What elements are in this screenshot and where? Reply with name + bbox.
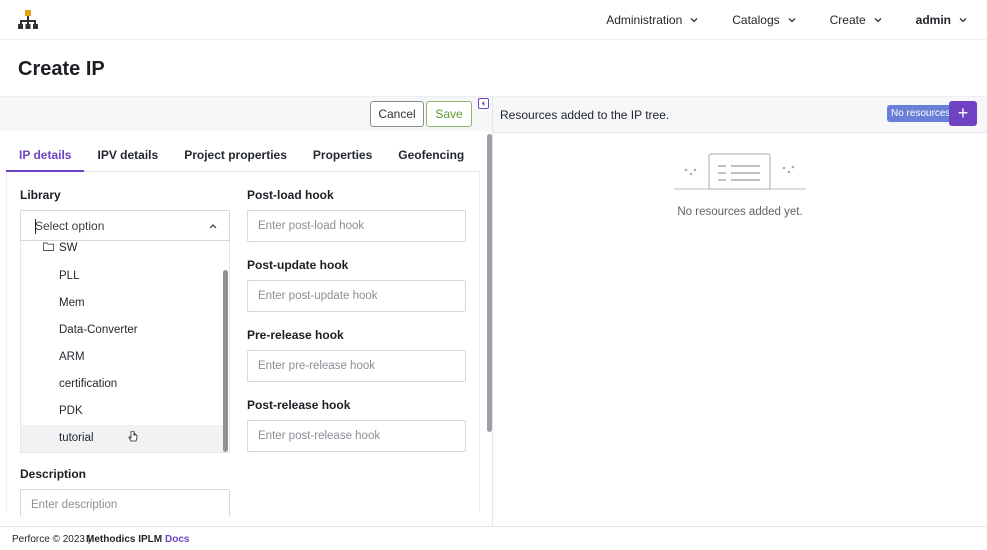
option-label: tutorial — [59, 432, 94, 444]
collapse-panel-icon[interactable] — [478, 98, 489, 109]
post-update-hook-input[interactable]: Enter post-update hook — [247, 280, 466, 312]
library-select-value: Select option — [35, 219, 105, 233]
nav-user-menu[interactable]: admin — [916, 13, 967, 27]
option-label: certification — [59, 378, 118, 390]
footer-copyright: Perforce © 2023 | — [12, 534, 91, 545]
description-input[interactable]: Enter description — [20, 489, 230, 517]
footer-docs-link[interactable]: Docs — [165, 534, 189, 545]
library-select[interactable]: Select option — [20, 210, 230, 241]
option-label: Data-Converter — [59, 324, 138, 336]
tab-project-properties[interactable]: Project properties — [171, 140, 300, 172]
hand-cursor-icon — [128, 431, 138, 442]
nav-user-label: admin — [915, 13, 951, 27]
app-logo-icon[interactable] — [18, 10, 38, 31]
page-title: Create IP — [18, 58, 105, 80]
save-button[interactable]: Save — [426, 101, 472, 127]
chevron-down-icon — [690, 18, 698, 23]
dropdown-folder-label: SW — [59, 242, 78, 254]
footer: Perforce © 2023 | Methodics IPLM Docs — [0, 526, 987, 550]
library-label: Library — [20, 188, 61, 202]
tab-properties[interactable]: Properties — [300, 140, 385, 172]
tab-ipv-details[interactable]: IPV details — [84, 140, 171, 172]
resources-count-badge: No resources — [887, 105, 955, 122]
main-nav: Administration Catalogs Create admin — [572, 0, 967, 40]
option-label: PLL — [59, 270, 80, 282]
empty-resources-text: No resources added yet. — [677, 206, 803, 218]
dropdown-option[interactable]: PLL — [21, 263, 224, 290]
nav-administration[interactable]: Administration — [606, 13, 698, 27]
nav-create-label: Create — [829, 13, 866, 27]
dropdown-option[interactable]: Mem — [21, 290, 224, 317]
empty-list-illustration-icon — [674, 153, 806, 190]
post-update-hook-label: Post-update hook — [247, 258, 349, 272]
tab-ip-details[interactable]: IP details — [6, 140, 85, 172]
cancel-button[interactable]: Cancel — [370, 101, 424, 127]
form-toolbar: Cancel Save — [0, 97, 492, 131]
add-resource-button[interactable]: + — [949, 101, 977, 126]
folder-icon — [43, 242, 54, 251]
dropdown-option[interactable]: tutorial — [21, 425, 224, 452]
post-load-hook-label: Post-load hook — [247, 188, 334, 202]
chevron-down-icon — [874, 18, 882, 23]
post-release-hook-input[interactable]: Enter post-release hook — [247, 420, 466, 452]
chevron-up-icon — [209, 224, 217, 229]
chevron-down-icon — [788, 18, 796, 23]
text-caret — [35, 219, 36, 234]
top-bar: Administration Catalogs Create admin — [0, 0, 987, 40]
dropdown-option[interactable]: PDK — [21, 398, 224, 425]
pre-release-hook-input[interactable]: Enter pre-release hook — [247, 350, 466, 382]
option-label: Mem — [59, 297, 85, 309]
tab-geofencing[interactable]: Geofencing — [385, 140, 477, 172]
footer-brand: Methodics IPLM — [86, 534, 163, 545]
resources-header: Resources added to the IP tree. No resou… — [493, 97, 987, 133]
page-header: Create IP — [0, 40, 987, 97]
library-dropdown: SW PLL Mem Data-Converter ARM certificat… — [20, 241, 230, 453]
panel-divider — [492, 97, 493, 526]
option-label: PDK — [59, 405, 83, 417]
dropdown-scrollbar[interactable] — [223, 270, 228, 452]
nav-catalogs[interactable]: Catalogs — [732, 13, 796, 27]
description-label: Description — [20, 467, 87, 481]
dropdown-option[interactable]: certification — [21, 371, 224, 398]
nav-administration-label: Administration — [606, 13, 683, 27]
dropdown-option[interactable]: Data-Converter — [21, 317, 224, 344]
dropdown-option[interactable]: ARM — [21, 344, 224, 371]
nav-create[interactable]: Create — [830, 13, 882, 27]
form-tabs: IP details IPV details Project propertie… — [6, 140, 480, 172]
resources-title: Resources added to the IP tree. — [500, 108, 670, 122]
post-release-hook-label: Post-release hook — [247, 398, 351, 412]
dropdown-folder-sw[interactable]: SW — [21, 241, 224, 259]
nav-catalogs-label: Catalogs — [732, 13, 780, 27]
chevron-down-icon — [959, 18, 967, 23]
pre-release-hook-label: Pre-release hook — [247, 328, 344, 342]
post-load-hook-input[interactable]: Enter post-load hook — [247, 210, 466, 242]
option-label: ARM — [59, 351, 85, 363]
